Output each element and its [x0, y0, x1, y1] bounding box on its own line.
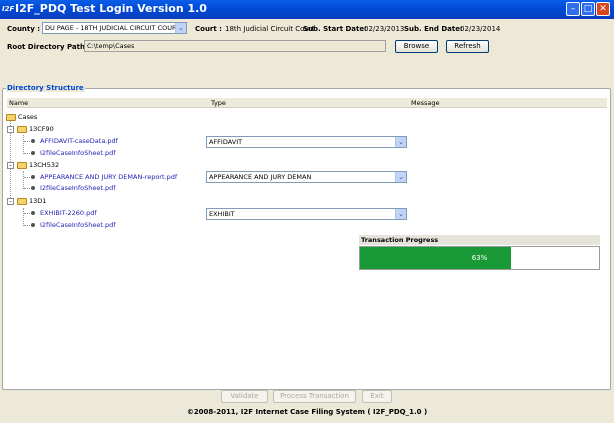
document-type-value: AFFIDAVIT — [209, 138, 243, 146]
process-transaction-button[interactable]: Process Transaction — [273, 390, 356, 403]
chevron-down-icon[interactable]: ⌄ — [175, 23, 186, 33]
exit-button[interactable]: Exit — [362, 390, 392, 403]
app-icon: I2F — [2, 5, 15, 13]
minimize-button[interactable]: – — [566, 2, 580, 16]
tree-file-node[interactable]: I2fileCaseInfoSheet.pdf — [40, 221, 116, 229]
county-value: DU PAGE - 18TH JUDICIAL CIRCUIT COURT — [45, 24, 180, 32]
tree-line — [23, 208, 24, 226]
collapse-icon[interactable]: - — [7, 126, 14, 133]
tree-case-node[interactable]: 13CF90 — [29, 125, 54, 133]
tree-file-node[interactable]: EXHIBIT-2260.pdf — [40, 209, 97, 217]
document-type-select[interactable]: APPEARANCE AND JURY DEMAN ⌄ — [206, 171, 407, 183]
file-bullet-icon — [31, 211, 35, 215]
transaction-progress-title: Transaction Progress — [359, 235, 600, 245]
tree-file-node[interactable]: AFFIDAVIT-caseData.pdf — [40, 137, 118, 145]
document-type-value: APPEARANCE AND JURY DEMAN — [209, 173, 312, 181]
file-bullet-icon — [31, 175, 35, 179]
end-date-label: Sub. End Date: — [404, 25, 463, 33]
folder-icon — [17, 126, 27, 133]
tree-line — [23, 171, 24, 189]
root-path-label: Root Directory Path — [7, 43, 85, 51]
county-label: County : — [7, 25, 41, 33]
document-type-value: EXHIBIT — [209, 210, 235, 218]
start-date-label: Sub. Start Date: — [303, 25, 367, 33]
window-title: I2F_PDQ Test Login Version 1.0 — [15, 2, 207, 15]
footer-copyright: ©2008-2011, I2F Internet Case Filing Sys… — [186, 408, 428, 416]
title-bar: I2F I2F_PDQ Test Login Version 1.0 – □ ✕ — [0, 0, 614, 19]
maximize-button[interactable]: □ — [581, 2, 595, 16]
folder-icon — [17, 162, 27, 169]
file-bullet-icon — [31, 186, 35, 190]
tree-case-node[interactable]: 13CH532 — [29, 161, 59, 169]
root-path-field[interactable]: C:\temp\Cases — [84, 40, 386, 52]
end-date-value: 02/23/2014 — [460, 25, 501, 33]
minimize-icon: – — [570, 4, 576, 14]
transaction-progress-bar: 63% — [359, 246, 600, 270]
court-value: 18th Judicial Circuit Court — [225, 25, 315, 33]
start-date-value: 02/23/2013 — [364, 25, 405, 33]
document-type-select[interactable]: AFFIDAVIT ⌄ — [206, 136, 407, 148]
tree-file-node[interactable]: I2fileCaseInfoSheet.pdf — [40, 184, 116, 192]
file-bullet-icon — [31, 139, 35, 143]
chevron-down-icon[interactable]: ⌄ — [395, 209, 406, 219]
file-bullet-icon — [31, 151, 35, 155]
collapse-icon[interactable]: - — [7, 198, 14, 205]
maximize-icon: □ — [583, 4, 593, 14]
chevron-down-icon[interactable]: ⌄ — [395, 172, 406, 182]
tree-root-cases[interactable]: Cases — [18, 113, 37, 121]
directory-structure-title: Directory Structure — [6, 84, 85, 92]
refresh-button[interactable]: Refresh — [446, 40, 489, 53]
court-label: Court : — [195, 25, 222, 33]
parameter-panel: County : DU PAGE - 18TH JUDICIAL CIRCUIT… — [0, 19, 614, 83]
folder-icon — [6, 114, 16, 121]
tree-line — [23, 135, 24, 154]
column-header-message[interactable]: Message — [409, 98, 607, 108]
close-icon: ✕ — [599, 4, 607, 14]
progress-label: 63% — [471, 254, 488, 262]
folder-icon — [17, 198, 27, 205]
chevron-down-icon[interactable]: ⌄ — [395, 137, 406, 147]
validate-button[interactable]: Validate — [221, 390, 268, 403]
browse-button[interactable]: Browse — [395, 40, 438, 53]
collapse-icon[interactable]: - — [7, 162, 14, 169]
column-header-type[interactable]: Type — [209, 98, 409, 108]
document-type-select[interactable]: EXHIBIT ⌄ — [206, 208, 407, 220]
file-bullet-icon — [31, 223, 35, 227]
tree-case-node[interactable]: 13D1 — [29, 197, 46, 205]
tree-file-node[interactable]: I2fileCaseInfoSheet.pdf — [40, 149, 116, 157]
close-button[interactable]: ✕ — [596, 2, 610, 16]
column-header-name[interactable]: Name — [7, 98, 209, 108]
county-select[interactable]: DU PAGE - 18TH JUDICIAL CIRCUIT COURT ⌄ — [42, 22, 187, 34]
tree-file-node[interactable]: APPEARANCE AND JURY DEMAN-report.pdf — [40, 173, 177, 181]
